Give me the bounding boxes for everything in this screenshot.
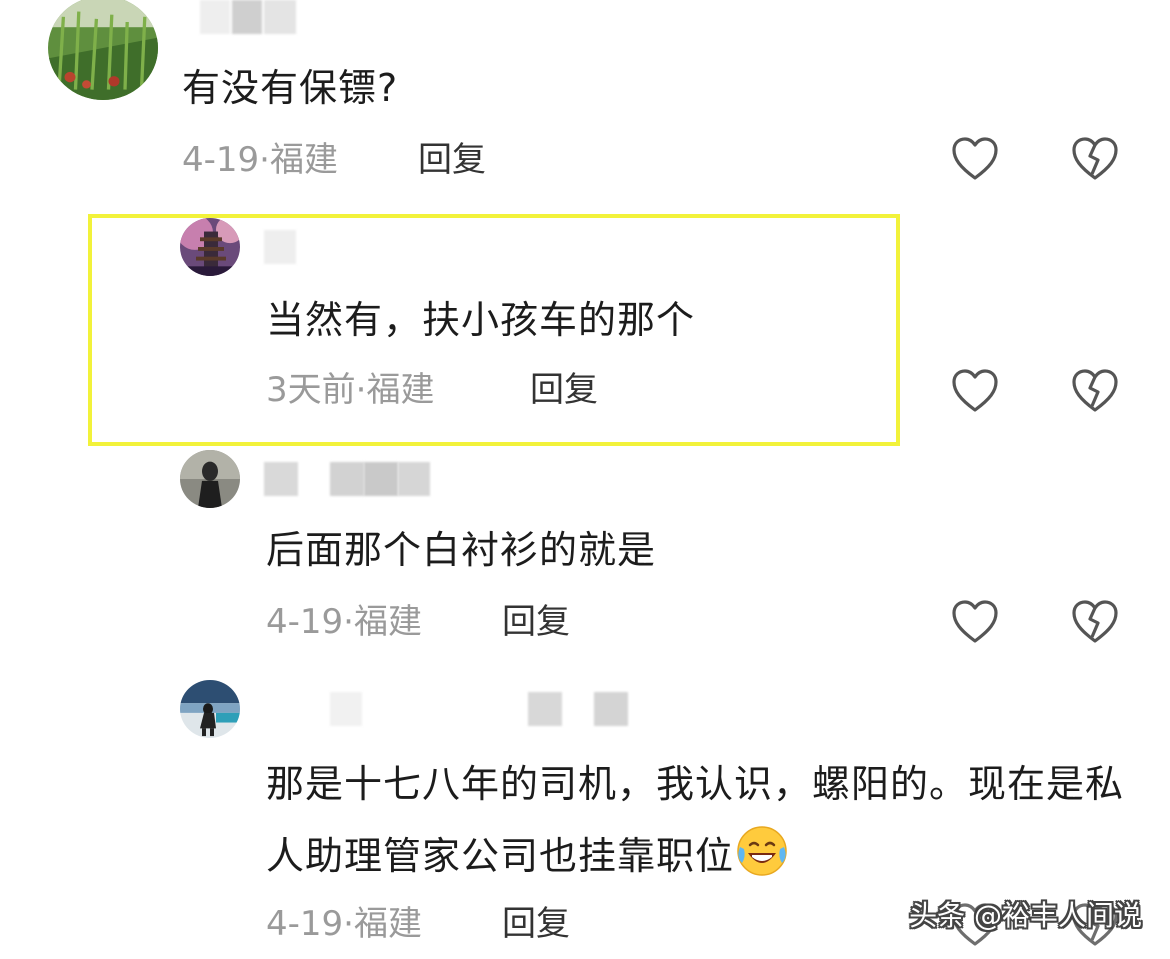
username-redacted	[594, 692, 628, 726]
reply-button[interactable]: 回复	[502, 602, 570, 642]
comment-text: 当然有，扶小孩车的那个	[266, 298, 696, 342]
username-redacted	[264, 230, 296, 264]
comment-date: 3天前	[266, 370, 356, 410]
meta-separator: ·	[343, 904, 354, 944]
comment-text: 有没有保镖?	[182, 66, 399, 110]
comment-meta: 3天前·福建	[266, 370, 434, 410]
broken-heart-icon[interactable]	[1070, 366, 1120, 416]
username-redacted	[330, 692, 362, 726]
comment-meta: 4-19·福建	[182, 140, 338, 180]
reply-button[interactable]: 回复	[418, 140, 486, 180]
comment-meta: 4-19·福建	[266, 904, 422, 944]
comment-date: 4-19	[266, 602, 344, 642]
avatar[interactable]	[180, 450, 240, 508]
comment-location: 福建	[269, 140, 338, 180]
comment-meta: 4-19·福建	[266, 602, 422, 642]
meta-separator: ·	[355, 370, 367, 410]
username-redacted	[330, 462, 364, 496]
meta-separator: ·	[259, 140, 270, 180]
comment-date: 4-19	[266, 904, 344, 944]
heart-outline-icon[interactable]	[950, 597, 1000, 647]
username-redacted	[398, 462, 430, 496]
username-redacted	[264, 462, 298, 496]
avatar[interactable]	[48, 0, 158, 100]
comment-text-body: 那是十七八年的司机，我认识，螺阳的。现在是私人助理管家公司也挂靠职位	[266, 762, 1125, 878]
comment-location: 福建	[353, 904, 422, 944]
meta-separator: ·	[343, 602, 354, 642]
comment-date: 4-19	[182, 140, 260, 180]
username-redacted	[264, 0, 296, 34]
reply-button[interactable]: 回复	[502, 904, 570, 944]
heart-outline-icon[interactable]	[950, 134, 1000, 184]
comment-location: 福建	[353, 602, 422, 642]
broken-heart-icon[interactable]	[1070, 134, 1120, 184]
avatar[interactable]	[180, 680, 240, 738]
avatar[interactable]	[180, 218, 240, 276]
broken-heart-icon[interactable]	[1070, 597, 1120, 647]
username-redacted	[200, 0, 230, 34]
heart-outline-icon[interactable]	[950, 366, 1000, 416]
username-redacted	[528, 692, 562, 726]
comment-location: 福建	[366, 370, 435, 410]
comment-text: 那是十七八年的司机，我认识，螺阳的。现在是私人助理管家公司也挂靠职位	[266, 748, 1126, 892]
comment-text: 后面那个白衬衫的就是	[266, 528, 657, 572]
grinning-tears-emoji	[734, 823, 790, 879]
watermark: 头条 @裕丰人间说	[909, 899, 1142, 932]
username-redacted	[232, 0, 262, 34]
reply-button[interactable]: 回复	[530, 370, 598, 410]
username-redacted	[364, 462, 398, 496]
